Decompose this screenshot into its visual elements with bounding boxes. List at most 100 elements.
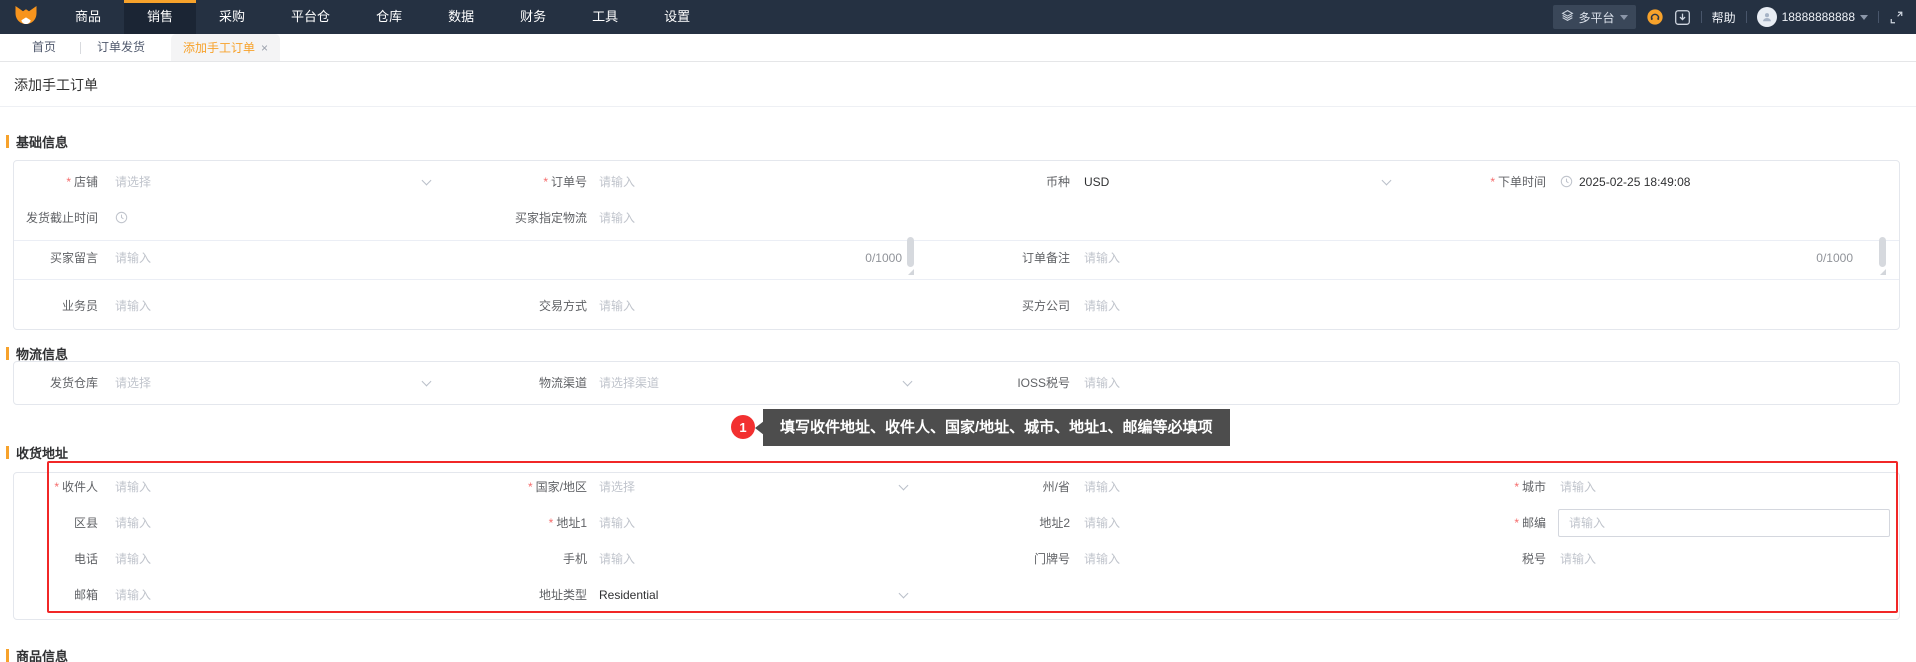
menu-item-data[interactable]: 数据	[425, 0, 497, 34]
form-row: 区县 请输入 * 地址1 请输入 地址2 请输入 * 邮编	[0, 508, 1916, 538]
email-label: 邮箱	[73, 588, 98, 602]
zip-label: * 邮编	[1514, 516, 1546, 530]
zip-input[interactable]	[1558, 509, 1890, 537]
help-link[interactable]: 帮助	[1712, 9, 1736, 26]
email-input[interactable]: 请输入	[115, 580, 151, 610]
main-menu: 商品 销售 采购 平台仓 仓库 数据 财务 工具 设置	[52, 0, 713, 34]
address2-input[interactable]: 请输入	[1084, 508, 1120, 538]
form-row: 发货截止时间 买家指定物流 请输入	[0, 203, 1916, 233]
ship-deadline-picker[interactable]	[115, 203, 134, 233]
layers-icon	[1561, 9, 1574, 25]
expand-icon[interactable]	[1889, 10, 1904, 25]
chevron-down-icon	[1860, 14, 1868, 20]
divider	[1878, 11, 1879, 23]
divider	[14, 279, 1899, 280]
section-accent-bar	[6, 347, 9, 360]
chevron-down-icon	[898, 480, 909, 491]
resize-handle[interactable]	[1880, 269, 1886, 275]
form-row: 买家留言 请输入 0/1000 订单备注 请输入 0/1000	[0, 237, 1916, 275]
section-title: 收货地址	[16, 446, 69, 461]
account-phone: 18888888888	[1781, 10, 1855, 24]
order-no-input[interactable]: 请输入	[599, 167, 635, 197]
salesman-label: 业务员	[61, 299, 98, 313]
menu-item-products[interactable]: 商品	[52, 0, 124, 34]
divider	[1700, 11, 1702, 23]
country-label: * 国家/地区	[527, 480, 587, 494]
menu-item-sales[interactable]: 销售	[124, 0, 197, 34]
menu-item-platform-warehouse[interactable]: 平台仓	[268, 0, 353, 34]
buyer-company-label: 买方公司	[1021, 299, 1070, 313]
form-row: 业务员 请输入 交易方式 请输入 买方公司 请输入	[0, 291, 1916, 321]
house-no-label: 门牌号	[1033, 552, 1070, 566]
order-remark-label: 订单备注	[1021, 251, 1070, 265]
menu-item-tools[interactable]: 工具	[569, 0, 641, 34]
city-input[interactable]: 请输入	[1560, 472, 1596, 502]
section-product-info: 商品信息	[6, 646, 68, 662]
house-no-input[interactable]: 请输入	[1084, 544, 1120, 574]
buyer-company-input[interactable]: 请输入	[1084, 291, 1120, 321]
avatar	[1756, 7, 1777, 27]
order-time-picker[interactable]: 2025-02-25 18:49:08	[1560, 167, 1690, 197]
order-time-label: * 下单时间	[1490, 175, 1546, 189]
section-shipping-address: 收货地址	[6, 443, 68, 462]
service-icon[interactable]	[1646, 8, 1664, 26]
menu-item-finance[interactable]: 财务	[497, 0, 569, 34]
shop-select[interactable]: 请选择	[115, 167, 440, 197]
currency-select[interactable]: USD	[1084, 167, 1400, 197]
section-accent-bar	[6, 135, 9, 148]
phone-input[interactable]: 请输入	[115, 544, 151, 574]
addr-type-select[interactable]: Residential	[599, 580, 917, 610]
section-basic-info: 基础信息	[6, 132, 68, 151]
download-icon[interactable]	[1674, 9, 1691, 26]
mobile-input[interactable]: 请输入	[599, 544, 635, 574]
order-remark-textarea[interactable]: 请输入 0/1000	[1084, 237, 1888, 275]
clock-icon	[1560, 175, 1573, 188]
divider	[1745, 11, 1747, 23]
section-title: 商品信息	[16, 649, 69, 662]
currency-label: 币种	[1045, 175, 1070, 189]
tab-order-shipping[interactable]: 订单发货	[97, 34, 145, 61]
ioss-label: IOSS税号	[1017, 376, 1070, 390]
warehouse-select[interactable]: 请选择	[115, 368, 440, 398]
mobile-label: 手机	[562, 552, 587, 566]
state-input[interactable]: 请输入	[1084, 472, 1120, 502]
brand-logo[interactable]	[0, 0, 52, 34]
ioss-input[interactable]: 请输入	[1084, 368, 1120, 398]
phone-label: 电话	[73, 552, 98, 566]
clock-icon	[115, 211, 128, 224]
warehouse-label: 发货仓库	[49, 376, 98, 390]
form-row: 电话 请输入 手机 请输入 门牌号 请输入 税号 请输入	[0, 544, 1916, 574]
trade-mode-label: 交易方式	[538, 299, 587, 313]
close-icon[interactable]: ×	[261, 42, 268, 54]
menu-item-warehouse[interactable]: 仓库	[353, 0, 425, 34]
buyer-message-textarea[interactable]: 请输入 0/1000	[115, 237, 916, 275]
page-title: 添加手工订单	[14, 77, 98, 93]
section-title: 基础信息	[16, 135, 69, 150]
menu-item-settings[interactable]: 设置	[641, 0, 713, 34]
shop-label: * 店铺	[66, 175, 98, 189]
tab-add-manual-order[interactable]: 添加手工订单 ×	[171, 34, 281, 61]
buyer-logistics-input[interactable]: 请输入	[599, 203, 635, 233]
top-navbar: 商品 销售 采购 平台仓 仓库 数据 财务 工具 设置 多平台 帮助 18888…	[0, 0, 1916, 34]
tab-home[interactable]: 首页	[32, 34, 56, 61]
district-input[interactable]: 请输入	[115, 508, 151, 538]
salesman-input[interactable]: 请输入	[115, 291, 151, 321]
trade-mode-input[interactable]: 请输入	[599, 291, 635, 321]
account-menu[interactable]: 18888888888	[1756, 7, 1868, 27]
char-counter: 0/1000	[865, 251, 902, 265]
tab-label: 添加手工订单	[183, 41, 256, 55]
platform-switcher[interactable]: 多平台	[1552, 5, 1636, 29]
scrollbar-thumb[interactable]	[1879, 237, 1886, 267]
address1-input[interactable]: 请输入	[599, 508, 635, 538]
ship-deadline-label: 发货截止时间	[25, 211, 98, 225]
char-counter: 0/1000	[1816, 251, 1853, 265]
channel-label: 物流渠道	[538, 376, 587, 390]
order-no-label: * 订单号	[543, 175, 587, 189]
channel-select[interactable]: 请选择渠道	[599, 368, 921, 398]
tax-no-input[interactable]: 请输入	[1560, 544, 1596, 574]
consignee-input[interactable]: 请输入	[115, 472, 151, 502]
addr-type-label: 地址类型	[538, 588, 587, 602]
section-accent-bar	[6, 649, 9, 662]
menu-item-purchase[interactable]: 采购	[196, 0, 268, 34]
country-select[interactable]: 请选择	[599, 472, 917, 502]
